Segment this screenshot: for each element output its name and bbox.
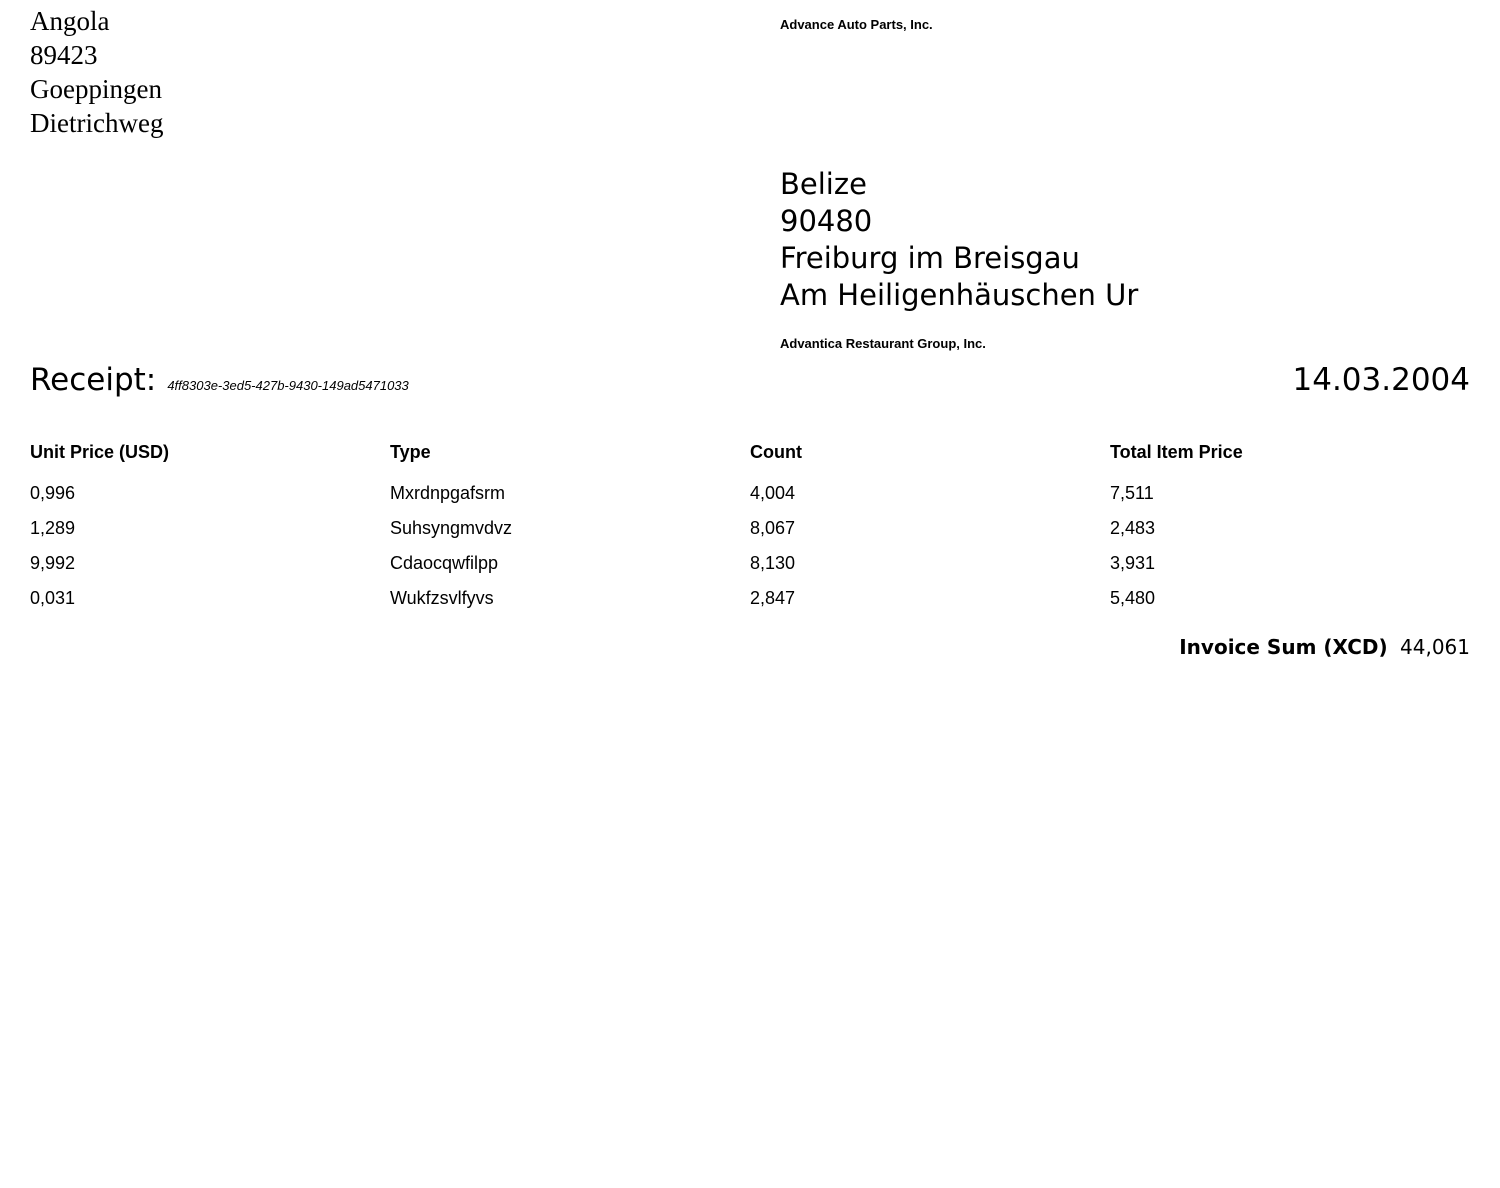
table-row: 1,289 Suhsyngmvdvz 8,067 2,483 <box>30 511 1470 546</box>
cell-total-item-price: 5,480 <box>1110 588 1156 608</box>
table-row: 0,031 Wukfzsvlfyvs 2,847 5,480 <box>30 581 1470 616</box>
items-table: Unit Price (USD) Type Count Total Item P… <box>30 436 1470 616</box>
recipient-address: Belize 90480 Freiburg im Breisgau Am Hei… <box>780 166 1138 314</box>
cell-unit-price: 9,992 <box>30 553 76 573</box>
header-unit-price: Unit Price (USD) <box>30 441 170 462</box>
receipt-id: 4ff8303e-3ed5-427b-9430-149ad5471033 <box>167 378 409 393</box>
sender-address: Angola 89423 Goeppingen Dietrichweg <box>30 4 163 140</box>
cell-count: 8,130 <box>750 553 796 573</box>
header-count: Count <box>750 441 802 462</box>
cell-unit-price: 1,289 <box>30 518 76 538</box>
cell-total-item-price: 3,931 <box>1110 553 1156 573</box>
recipient-street: Am Heiligenhäuschen Ur <box>780 278 1139 312</box>
cell-type: Suhsyngmvdvz <box>390 518 513 538</box>
table-row: 0,996 Mxrdnpgafsrm 4,004 7,511 <box>30 476 1470 511</box>
recipient-company: Advantica Restaurant Group, Inc. <box>780 336 986 351</box>
header-total-item-price: Total Item Price <box>1110 441 1243 462</box>
receipt-date: 14.03.2004 <box>1292 362 1471 398</box>
cell-unit-price: 0,996 <box>30 483 76 503</box>
invoice-sum: Invoice Sum (XCD) 44,061 <box>1179 635 1470 659</box>
recipient-city: Freiburg im Breisgau <box>780 241 1080 275</box>
sender-country: Angola <box>30 6 110 36</box>
sender-postal-code: 89423 <box>30 40 98 70</box>
recipient-country: Belize <box>780 167 867 201</box>
invoice-sum-value: 44,061 <box>1400 635 1470 659</box>
sender-street: Dietrichweg <box>30 108 164 138</box>
cell-unit-price: 0,031 <box>30 588 76 608</box>
cell-total-item-price: 2,483 <box>1110 518 1156 538</box>
receipt-heading: Receipt: 4ff8303e-3ed5-427b-9430-149ad54… <box>30 362 409 398</box>
recipient-postal-code: 90480 <box>780 204 873 238</box>
sender-city: Goeppingen <box>30 74 162 104</box>
table-header-row: Unit Price (USD) Type Count Total Item P… <box>30 436 1470 468</box>
cell-total-item-price: 7,511 <box>1110 483 1154 503</box>
cell-type: Wukfzsvlfyvs <box>390 588 494 608</box>
table-row: 9,992 Cdaocqwfilpp 8,130 3,931 <box>30 546 1470 581</box>
cell-count: 4,004 <box>750 483 796 503</box>
header-type: Type <box>390 441 431 462</box>
cell-type: Mxrdnpgafsrm <box>390 483 506 503</box>
sender-company: Advance Auto Parts, Inc. <box>780 17 933 32</box>
cell-type: Cdaocqwfilpp <box>390 553 499 573</box>
cell-count: 2,847 <box>750 588 796 608</box>
invoice-sum-label: Invoice Sum (XCD) <box>1179 635 1388 659</box>
cell-count: 8,067 <box>750 518 796 538</box>
receipt-label: Receipt: <box>30 362 157 398</box>
